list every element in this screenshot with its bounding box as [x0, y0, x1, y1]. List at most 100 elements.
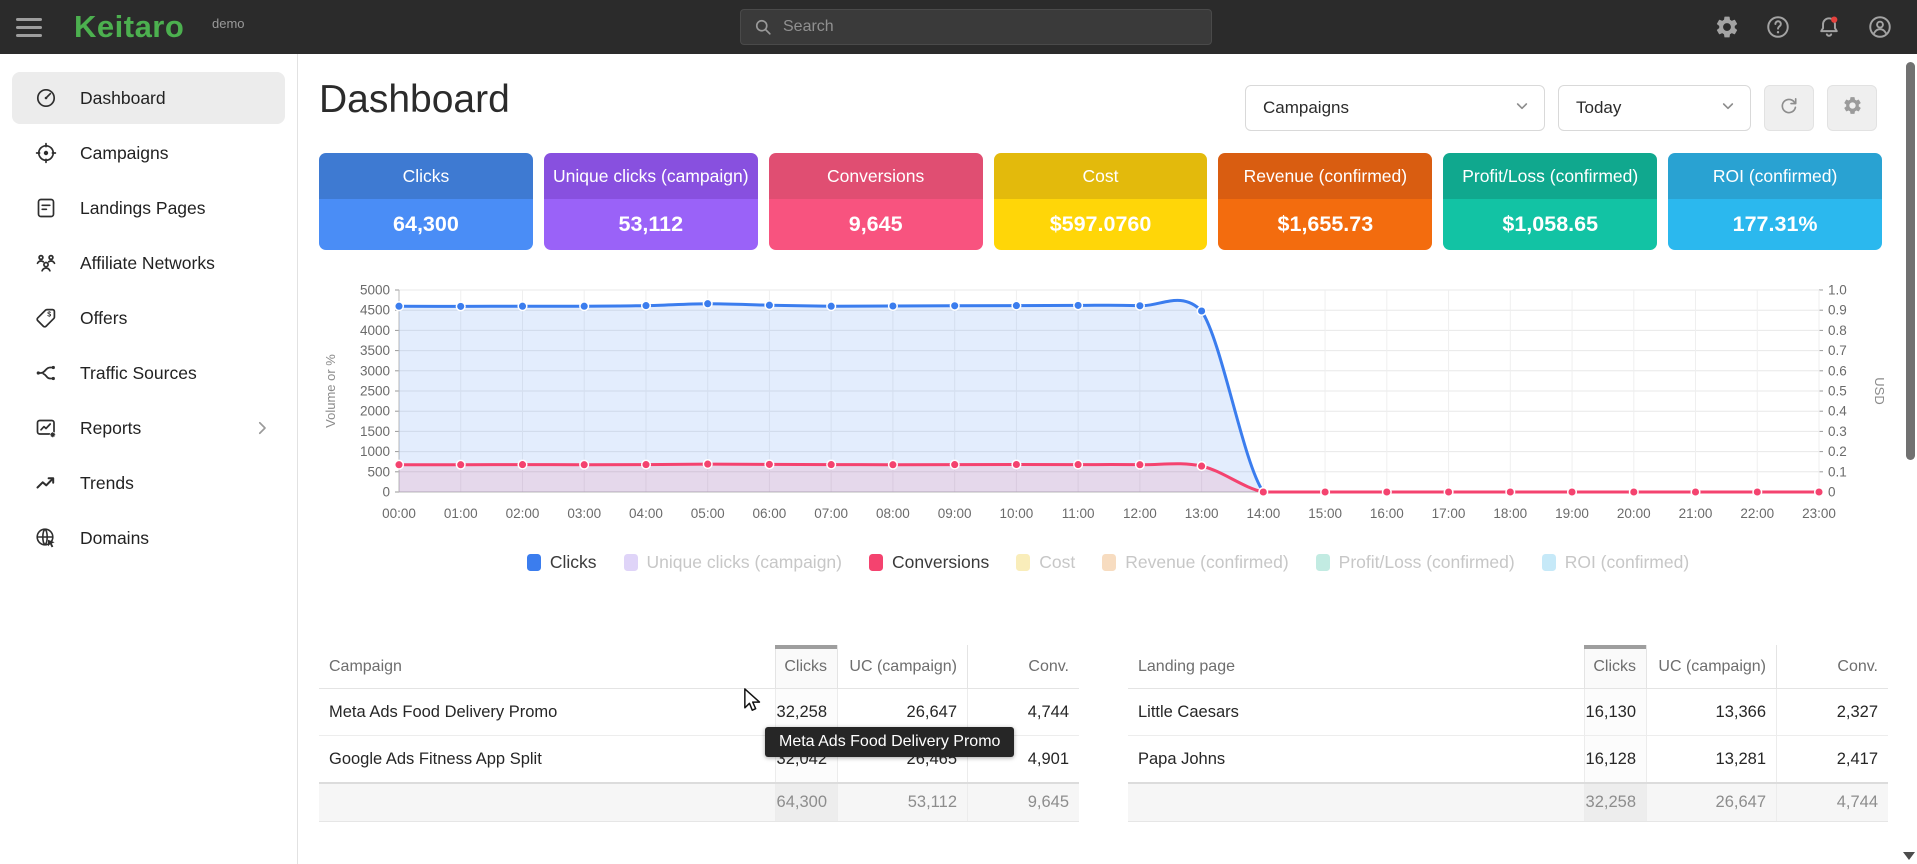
row-value: 13,366: [1646, 689, 1776, 735]
sidebar-item-label: Campaigns: [80, 143, 169, 164]
column-header-campaign[interactable]: Campaign: [319, 645, 775, 688]
sidebar-item-label: Affiliate Networks: [80, 253, 215, 274]
svg-text:1500: 1500: [360, 424, 390, 439]
legend-item-clicks[interactable]: Clicks: [527, 552, 597, 573]
svg-text:0.6: 0.6: [1828, 363, 1847, 378]
table-totals-row: 64,30053,1129,645: [319, 782, 1079, 822]
sidebar-item-dashboard[interactable]: Dashboard: [12, 72, 285, 124]
metric-card-value: $1,058.65: [1443, 199, 1657, 250]
column-header-uc-campaign[interactable]: UC (campaign): [1646, 645, 1776, 688]
total-value: 32,258: [1584, 784, 1646, 821]
sidebar-item-label: Reports: [80, 418, 141, 439]
legend-item-conversions[interactable]: Conversions: [869, 552, 989, 573]
column-header-landing-page[interactable]: Landing page: [1128, 645, 1584, 688]
row-value: 2,417: [1776, 736, 1888, 782]
legend-item-roi-confirmed[interactable]: ROI (confirmed): [1542, 552, 1689, 573]
sidebar-item-campaigns[interactable]: Campaigns: [12, 127, 285, 179]
sidebar-item-domains[interactable]: Domains: [12, 512, 285, 564]
svg-text:18:00: 18:00: [1493, 506, 1527, 521]
page-scrollbar[interactable]: [1903, 54, 1917, 864]
dashboard-controls: Campaigns Today: [1245, 85, 1877, 131]
sidebar-nav: Dashboard Campaigns Landings Pages Affiliat…: [0, 54, 298, 864]
total-value: 26,647: [1646, 784, 1776, 821]
row-label[interactable]: Meta Ads Food Delivery Promo: [319, 689, 775, 735]
total-value: [1128, 784, 1584, 821]
sidebar-item-affiliate-networks[interactable]: Affiliate Networks: [12, 237, 285, 289]
column-header-uc-campaign[interactable]: UC (campaign): [837, 645, 967, 688]
legend-swatch: [1542, 554, 1556, 571]
column-header-clicks[interactable]: Clicks: [1584, 645, 1646, 688]
column-header-conv[interactable]: Conv.: [967, 645, 1079, 688]
row-value: 13,281: [1646, 736, 1776, 782]
metric-card-cost: Cost$597.0760: [994, 153, 1208, 250]
column-header-conv[interactable]: Conv.: [1776, 645, 1888, 688]
table-row[interactable]: Papa Johns16,12813,2812,417: [1128, 736, 1888, 783]
sidebar-item-trends[interactable]: Trends: [12, 457, 285, 509]
svg-text:05:00: 05:00: [691, 506, 725, 521]
sidebar-item-label: Landings Pages: [80, 198, 206, 219]
refresh-button[interactable]: [1764, 85, 1814, 131]
sidebar-item-offers[interactable]: $Offers: [12, 292, 285, 344]
global-search: [740, 9, 1212, 45]
svg-text:12:00: 12:00: [1123, 506, 1157, 521]
account-icon[interactable]: [1867, 14, 1893, 40]
hamburger-menu-icon[interactable]: [16, 13, 46, 41]
svg-text:3500: 3500: [360, 343, 390, 358]
legend-swatch: [624, 554, 638, 571]
help-icon[interactable]: [1765, 14, 1791, 40]
sidebar-item-label: Trends: [80, 473, 134, 494]
notifications-bell-icon[interactable]: [1816, 14, 1842, 40]
dashboard-settings-button[interactable]: [1827, 85, 1877, 131]
row-label[interactable]: Little Caesars: [1128, 689, 1584, 735]
svg-text:0.5: 0.5: [1828, 384, 1847, 399]
metric-card-label: Profit/Loss (confirmed): [1443, 153, 1657, 199]
svg-text:02:00: 02:00: [506, 506, 540, 521]
offers-icon: $: [34, 306, 58, 330]
main-content: Dashboard Campaigns Today: [299, 54, 1917, 864]
legend-item-profit-loss-confirmed[interactable]: Profit/Loss (confirmed): [1316, 552, 1515, 573]
row-value: 16,130: [1584, 689, 1646, 735]
scrollbar-thumb[interactable]: [1906, 62, 1915, 460]
search-input[interactable]: [783, 18, 1199, 36]
domains-icon: [34, 526, 58, 550]
gear-icon: [1842, 95, 1863, 121]
total-value: 9,645: [967, 784, 1079, 821]
svg-text:04:00: 04:00: [629, 506, 663, 521]
sidebar-item-landings-pages[interactable]: Landings Pages: [12, 182, 285, 234]
refresh-icon: [1778, 95, 1800, 122]
scroll-down-arrow-icon[interactable]: [1903, 852, 1915, 860]
metric-card-unique-clicks-campaign: Unique clicks (campaign)53,112: [544, 153, 758, 250]
table-row[interactable]: Little Caesars16,13013,3662,327: [1128, 689, 1888, 736]
grouping-select[interactable]: Campaigns: [1245, 85, 1545, 131]
svg-text:0.2: 0.2: [1828, 444, 1847, 459]
row-label[interactable]: Google Ads Fitness App Split: [319, 736, 775, 782]
metric-card-value: $597.0760: [994, 199, 1208, 250]
legend-label: Profit/Loss (confirmed): [1339, 552, 1515, 573]
legend-label: ROI (confirmed): [1565, 552, 1689, 573]
metric-card-value: 64,300: [319, 199, 533, 250]
date-range-select[interactable]: Today: [1558, 85, 1751, 131]
legend-item-revenue-confirmed[interactable]: Revenue (confirmed): [1102, 552, 1288, 573]
metric-card-label: Revenue (confirmed): [1218, 153, 1432, 199]
svg-text:Volume or %: Volume or %: [323, 354, 338, 428]
traffic-chart[interactable]: 0500100015002000250030003500400045005000…: [319, 280, 1885, 538]
sidebar-item-label: Traffic Sources: [80, 363, 197, 384]
svg-text:07:00: 07:00: [814, 506, 848, 521]
svg-text:08:00: 08:00: [876, 506, 910, 521]
legend-item-unique-clicks-campaign[interactable]: Unique clicks (campaign): [624, 552, 843, 573]
sidebar-item-traffic-sources[interactable]: Traffic Sources: [12, 347, 285, 399]
svg-text:3000: 3000: [360, 363, 390, 378]
svg-text:22:00: 22:00: [1740, 506, 1774, 521]
metric-card-conversions: Conversions9,645: [769, 153, 983, 250]
svg-text:14:00: 14:00: [1246, 506, 1280, 521]
row-value: 2,327: [1776, 689, 1888, 735]
legend-swatch: [1316, 554, 1330, 571]
row-label[interactable]: Papa Johns: [1128, 736, 1584, 782]
sidebar-item-reports[interactable]: Reports: [12, 402, 285, 454]
app-logo[interactable]: Keitaro: [74, 9, 184, 45]
settings-gear-icon[interactable]: [1714, 14, 1740, 40]
column-header-clicks[interactable]: Clicks: [775, 645, 837, 688]
date-range-select-value: Today: [1576, 98, 1621, 118]
topbar-actions: [1714, 0, 1893, 54]
legend-item-cost[interactable]: Cost: [1016, 552, 1075, 573]
